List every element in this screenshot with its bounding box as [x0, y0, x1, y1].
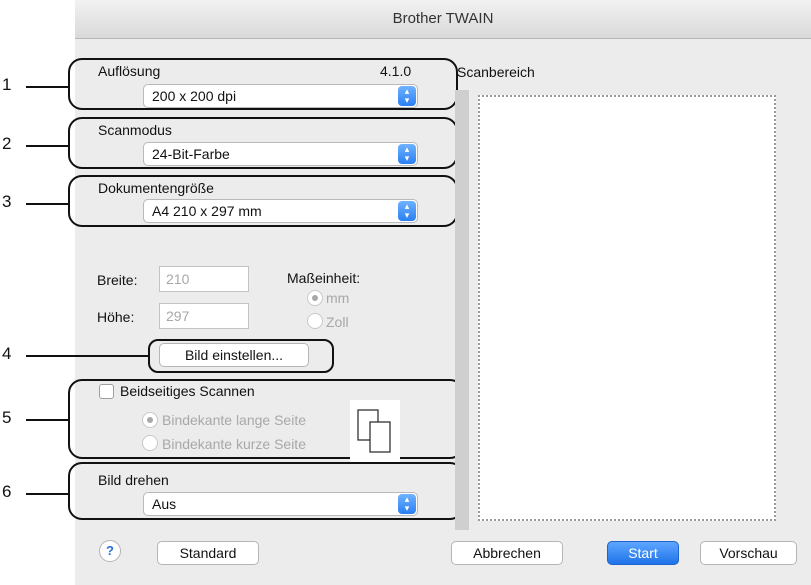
- callout-line-6: [26, 493, 70, 495]
- callout-line-2: [26, 145, 70, 147]
- scan-mode-select[interactable]: 24-Bit-Farbe ▴ ▾: [143, 142, 418, 166]
- callout-line-5: [26, 419, 70, 421]
- width-field[interactable]: 210: [159, 266, 249, 292]
- updown-chevron-icon: ▴ ▾: [398, 86, 416, 106]
- start-button[interactable]: Start: [607, 541, 679, 565]
- rotate-value: Aus: [152, 496, 177, 512]
- preview-button[interactable]: Vorschau: [700, 541, 797, 565]
- binding-short-label: Bindekante kurze Seite: [162, 436, 306, 452]
- unit-radio-mm[interactable]: [307, 290, 323, 306]
- adjust-image-button[interactable]: Bild einstellen...: [159, 343, 309, 367]
- width-label: Breite:: [97, 272, 138, 288]
- rotate-select[interactable]: Aus ▴ ▾: [143, 492, 418, 516]
- callout-3: 3: [2, 192, 12, 211]
- default-button[interactable]: Standard: [157, 541, 259, 565]
- callout-line-3: [26, 203, 70, 205]
- help-icon[interactable]: ?: [99, 540, 121, 562]
- document-pages-icon: [350, 400, 400, 462]
- resolution-label: Auflösung: [98, 63, 161, 79]
- unit-label: Maßeinheit:: [287, 270, 361, 286]
- height-field[interactable]: 297: [159, 303, 249, 329]
- duplex-checkbox[interactable]: [99, 384, 114, 399]
- binding-long-label: Bindekante lange Seite: [162, 412, 306, 428]
- updown-chevron-icon: ▴ ▾: [398, 201, 416, 221]
- window-title: Brother TWAIN: [75, 0, 811, 39]
- unit-option-zoll: Zoll: [326, 314, 349, 330]
- callout-5: 5: [2, 408, 12, 427]
- scan-area-label: Scanbereich: [457, 64, 535, 80]
- callout-1: 1: [2, 75, 12, 94]
- updown-chevron-icon: ▴ ▾: [398, 494, 416, 514]
- document-size-value: A4 210 x 297 mm: [152, 203, 262, 219]
- scan-mode-label: Scanmodus: [98, 122, 172, 138]
- unit-radio-zoll[interactable]: [307, 313, 323, 329]
- unit-option-mm: mm: [326, 290, 350, 306]
- scan-mode-value: 24-Bit-Farbe: [152, 146, 230, 162]
- resolution-value: 200 x 200 dpi: [152, 88, 237, 104]
- version-label: 4.1.0: [380, 63, 412, 79]
- scan-area-preview[interactable]: [478, 95, 776, 521]
- updown-chevron-icon: ▴ ▾: [398, 144, 416, 164]
- document-size-select[interactable]: A4 210 x 297 mm ▴ ▾: [143, 199, 418, 223]
- callout-6: 6: [2, 482, 12, 501]
- binding-short-radio[interactable]: [142, 435, 158, 451]
- scan-area-border: [455, 90, 469, 530]
- height-label: Höhe:: [97, 309, 135, 325]
- resolution-select[interactable]: 200 x 200 dpi ▴ ▾: [143, 84, 418, 108]
- duplex-label: Beidseitiges Scannen: [120, 383, 255, 399]
- document-size-label: Dokumentengröße: [98, 180, 214, 196]
- callout-line-4: [26, 355, 150, 357]
- binding-long-radio[interactable]: [142, 412, 158, 428]
- callout-line-1: [26, 86, 70, 88]
- rotate-label: Bild drehen: [98, 472, 169, 488]
- cancel-button[interactable]: Abbrechen: [451, 541, 563, 565]
- callout-4: 4: [2, 344, 12, 363]
- callout-2: 2: [2, 134, 12, 153]
